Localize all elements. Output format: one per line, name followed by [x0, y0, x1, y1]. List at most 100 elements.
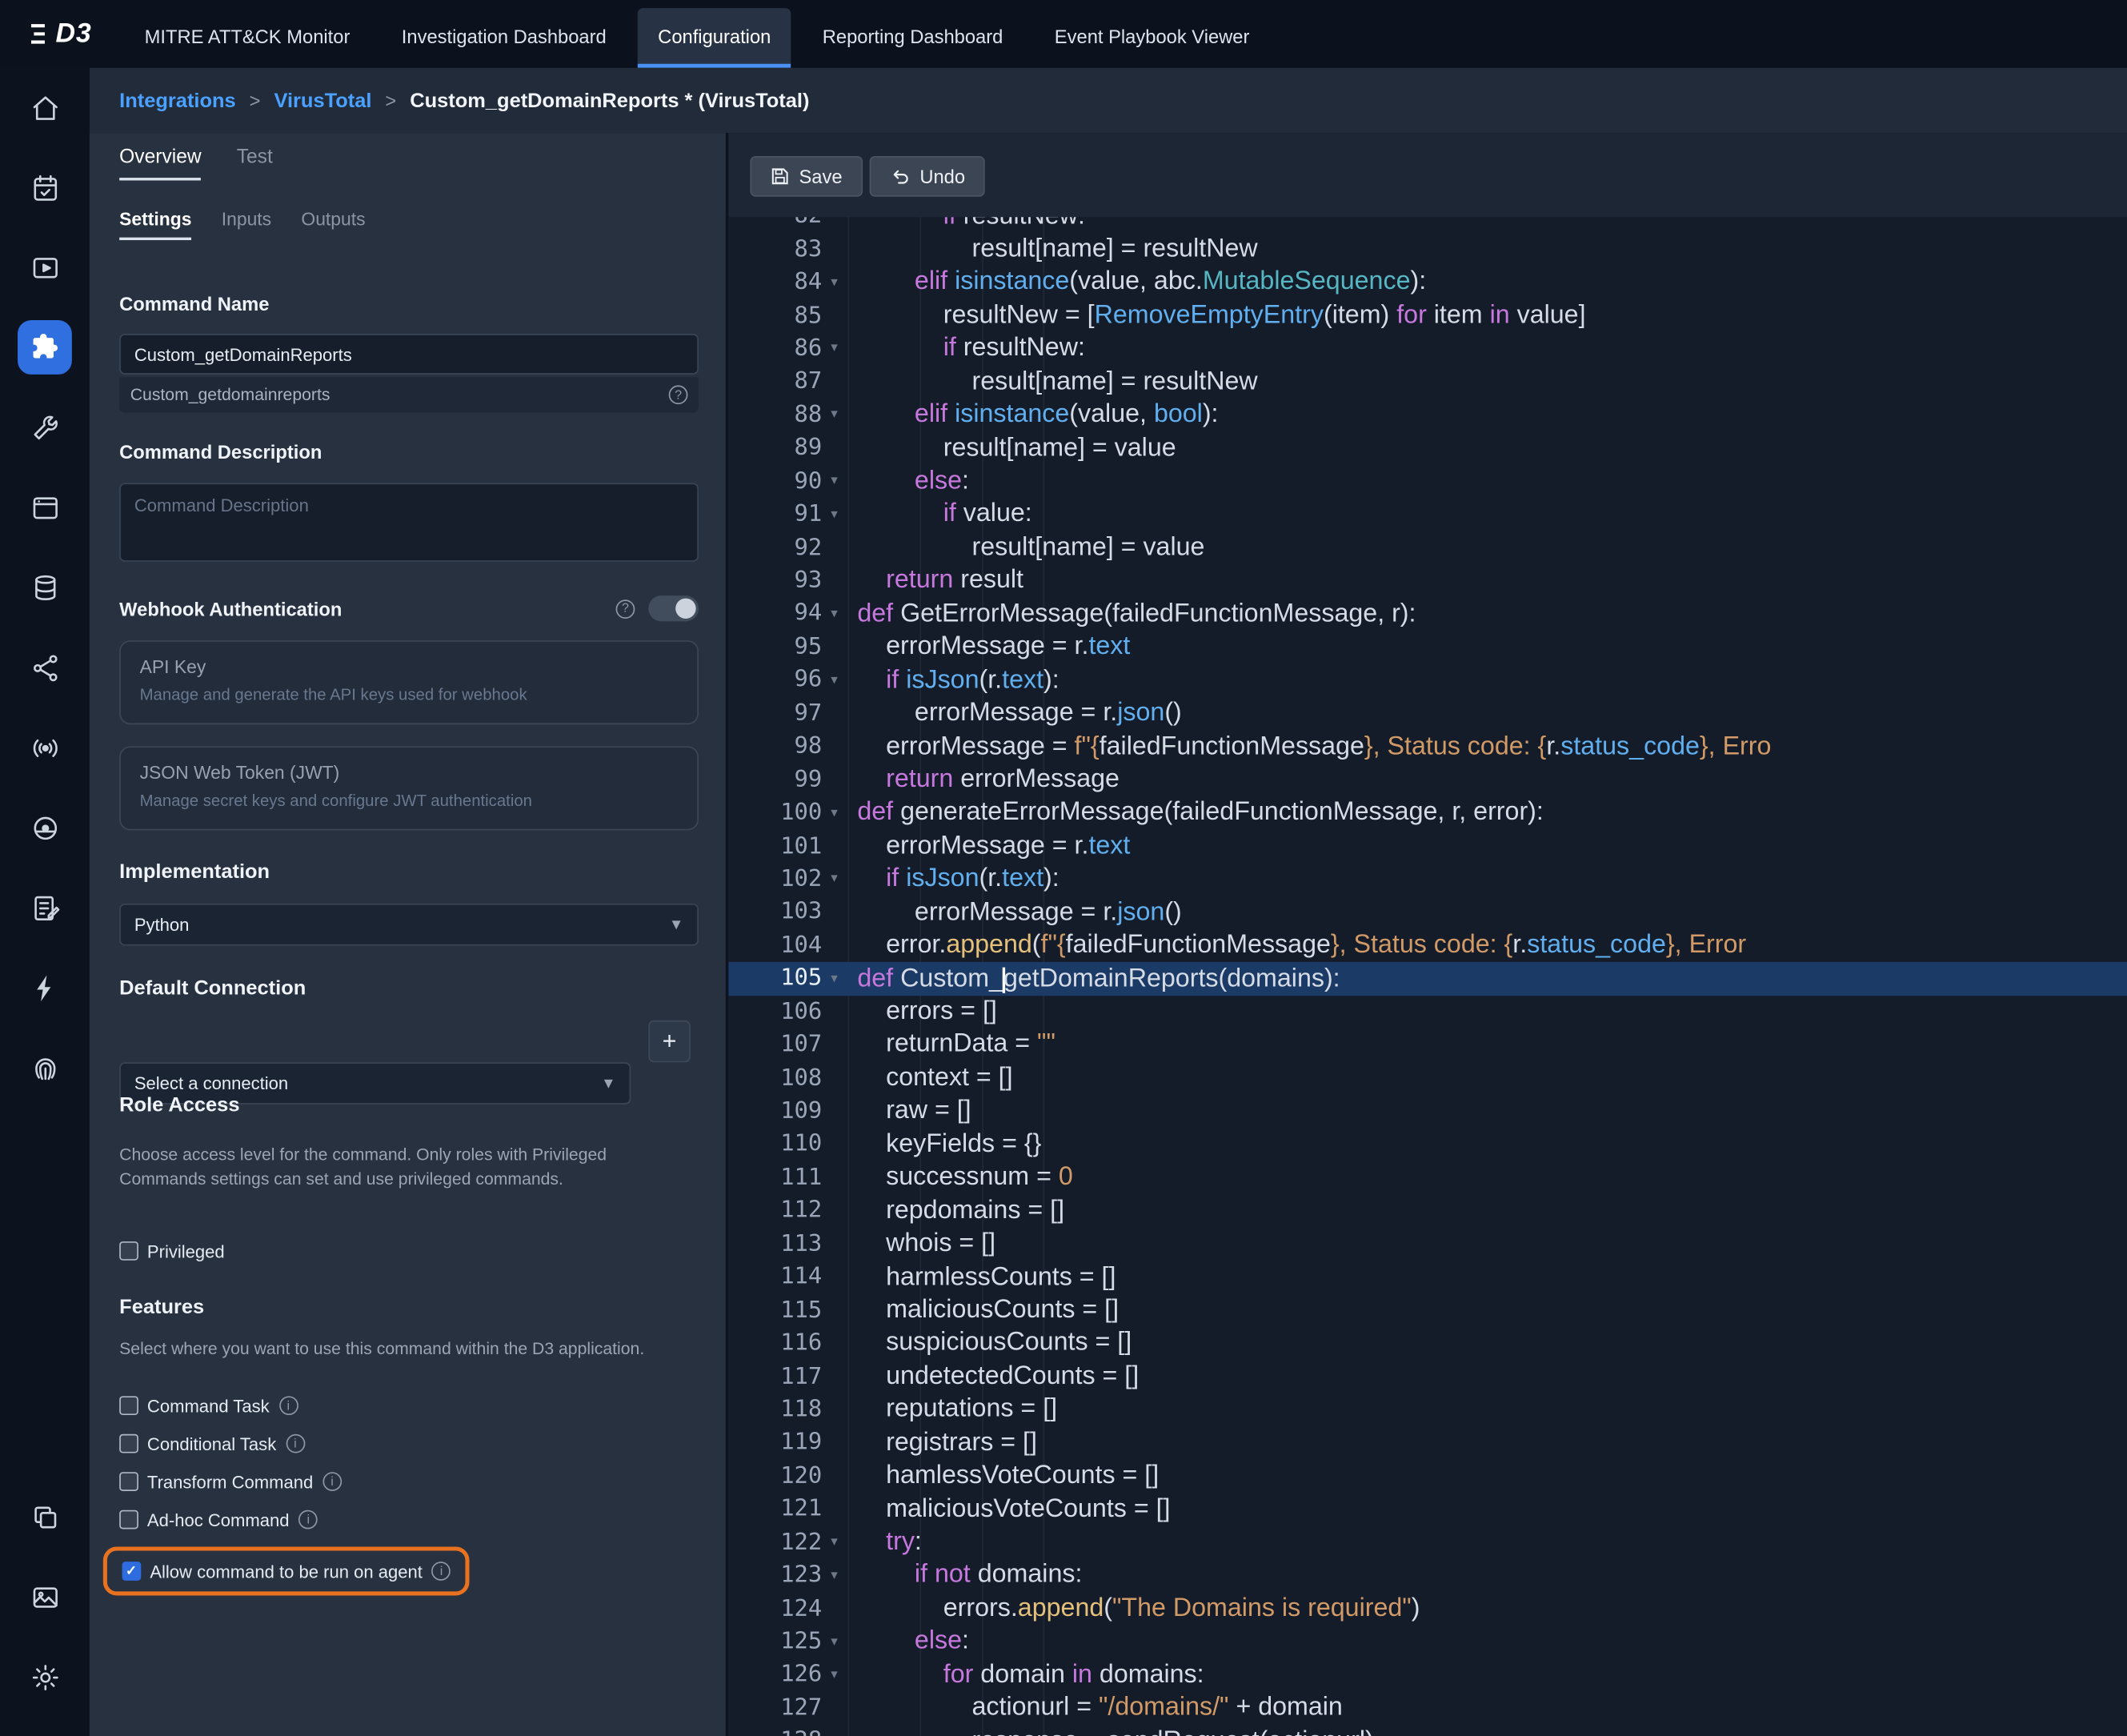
undo-button[interactable]: Undo — [870, 156, 986, 197]
media-icon[interactable] — [18, 1570, 72, 1624]
fold-caret-icon[interactable]: ▾ — [822, 1634, 847, 1650]
code-line[interactable]: 118 reputations = [] — [728, 1393, 2127, 1425]
code-line[interactable]: 86▾ if resultNew: — [728, 332, 2127, 365]
tab-overview[interactable]: Overview — [119, 146, 201, 180]
code-line[interactable]: 127 actionurl = "/domains/" + domain — [728, 1691, 2127, 1724]
code-line[interactable]: 109 raw = [] — [728, 1095, 2127, 1128]
code-line[interactable]: 121 maliciousVoteCounts = [] — [728, 1493, 2127, 1526]
code-line[interactable]: 84▾ elif isinstance(value, abc.MutableSe… — [728, 266, 2127, 299]
gear-icon[interactable] — [18, 1650, 72, 1704]
code-line[interactable]: 104 error.append(f"{failedFunctionMessag… — [728, 929, 2127, 962]
code-line[interactable]: 110 keyFields = {} — [728, 1128, 2127, 1161]
breadcrumb-virustotal[interactable]: VirusTotal — [274, 89, 371, 112]
code-line[interactable]: 122▾ try: — [728, 1526, 2127, 1558]
code-line[interactable]: 113 whois = [] — [728, 1227, 2127, 1260]
info-icon[interactable]: i — [298, 1510, 318, 1530]
code-line[interactable]: 102▾ if isJson(r.text): — [728, 863, 2127, 896]
code-line[interactable]: 124 errors.append("The Domains is requir… — [728, 1592, 2127, 1625]
webhook-auth-toggle[interactable] — [648, 595, 699, 621]
code-line[interactable]: 108 context = [] — [728, 1061, 2127, 1094]
code-line[interactable]: 125▾ else: — [728, 1625, 2127, 1658]
info-icon[interactable]: i — [322, 1472, 342, 1491]
info-icon[interactable]: i — [432, 1562, 451, 1581]
code-line[interactable]: 116 suspiciousCounts = [] — [728, 1327, 2127, 1360]
fold-caret-icon[interactable]: ▾ — [822, 407, 847, 423]
fold-caret-icon[interactable]: ▾ — [822, 872, 847, 887]
fold-caret-icon[interactable]: ▾ — [822, 1568, 847, 1583]
help-icon[interactable]: ? — [616, 599, 635, 618]
code-line[interactable]: 107 returnData = "" — [728, 1028, 2127, 1061]
tab-settings[interactable]: Settings — [119, 209, 191, 240]
home-icon[interactable] — [18, 80, 72, 134]
fold-caret-icon[interactable]: ▾ — [822, 1535, 847, 1550]
implementation-select[interactable]: Python ▼ — [119, 904, 699, 946]
nav-tab-reporting-dashboard[interactable]: Reporting Dashboard — [802, 8, 1023, 68]
api-key-card[interactable]: API Key Manage and generate the API keys… — [119, 640, 699, 724]
code-line[interactable]: 106 errors = [] — [728, 995, 2127, 1028]
code-line[interactable]: 115 maliciousCounts = [] — [728, 1293, 2127, 1326]
code-line[interactable]: 123▾ if not domains: — [728, 1559, 2127, 1592]
code-line[interactable]: 88▾ elif isinstance(value, bool): — [728, 399, 2127, 431]
video-icon[interactable] — [18, 240, 72, 295]
code-line[interactable]: 120 hamlessVoteCounts = [] — [728, 1459, 2127, 1492]
code-line[interactable]: 92 result[name] = value — [728, 531, 2127, 563]
nav-tab-configuration[interactable]: Configuration — [638, 8, 791, 68]
network-icon[interactable] — [18, 640, 72, 695]
disc-icon[interactable] — [18, 800, 72, 855]
code-line[interactable]: 90▾ else: — [728, 465, 2127, 498]
fold-caret-icon[interactable]: ▾ — [822, 341, 847, 356]
command-description-input[interactable] — [119, 483, 699, 561]
checkbox-checked[interactable]: ✓ — [122, 1562, 141, 1581]
checkbox[interactable] — [119, 1397, 138, 1415]
code-line[interactable]: 91▾ if value: — [728, 498, 2127, 531]
code-line[interactable]: 97 errorMessage = r.json() — [728, 697, 2127, 730]
code-editor[interactable]: 82 if resultNew:83 result[name] = result… — [728, 217, 2127, 1736]
privileged-checkbox[interactable] — [119, 1241, 138, 1260]
code-line[interactable]: 82 if resultNew: — [728, 217, 2127, 232]
code-line[interactable]: 99 return errorMessage — [728, 763, 2127, 796]
code-line[interactable]: 117 undetectedCounts = [] — [728, 1360, 2127, 1393]
code-line[interactable]: 119 registrars = [] — [728, 1426, 2127, 1459]
code-line[interactable]: 105▾def Custom_getDomainReports(domains)… — [728, 962, 2127, 995]
fold-caret-icon[interactable]: ▾ — [822, 971, 847, 986]
tools-icon[interactable] — [18, 400, 72, 455]
form-icon[interactable] — [18, 880, 72, 935]
calendar-icon[interactable] — [18, 160, 72, 214]
code-line[interactable]: 126▾ for domain in domains: — [728, 1658, 2127, 1691]
jwt-card[interactable]: JSON Web Token (JWT) Manage secret keys … — [119, 746, 699, 830]
code-line[interactable]: 96▾ if isJson(r.text): — [728, 664, 2127, 696]
fold-caret-icon[interactable]: ▾ — [822, 275, 847, 290]
window-icon[interactable] — [18, 480, 72, 535]
tab-outputs[interactable]: Outputs — [301, 209, 365, 240]
code-line[interactable]: 114 harmlessCounts = [] — [728, 1261, 2127, 1293]
checkbox[interactable] — [119, 1434, 138, 1453]
code-line[interactable]: 87 result[name] = resultNew — [728, 365, 2127, 398]
code-line[interactable]: 85 resultNew = [RemoveEmptyEntry(item) f… — [728, 299, 2127, 331]
fold-caret-icon[interactable]: ▾ — [822, 673, 847, 688]
code-line[interactable]: 89 result[name] = value — [728, 431, 2127, 464]
feature-command-task[interactable]: Command Taski — [119, 1395, 470, 1417]
breadcrumb-integrations[interactable]: Integrations — [119, 89, 236, 112]
add-connection-button[interactable]: + — [648, 1020, 691, 1063]
help-icon[interactable]: ? — [669, 385, 688, 404]
code-line[interactable]: 83 result[name] = resultNew — [728, 233, 2127, 266]
command-name-input[interactable] — [119, 334, 699, 375]
checkbox[interactable] — [119, 1510, 138, 1529]
fold-caret-icon[interactable]: ▾ — [822, 805, 847, 820]
code-line[interactable]: 100▾def generateErrorMessage(failedFunct… — [728, 796, 2127, 829]
feature-allow-command-to-be-run-on-agent[interactable]: ✓Allow command to be run on agenti — [122, 1560, 451, 1582]
feature-ad-hoc-command[interactable]: Ad-hoc Commandi — [119, 1509, 470, 1530]
puzzle-icon[interactable] — [18, 320, 72, 375]
feature-transform-command[interactable]: Transform Commandi — [119, 1471, 470, 1493]
code-line[interactable]: 93 return result — [728, 564, 2127, 597]
code-line[interactable]: 111 successnum = 0 — [728, 1161, 2127, 1194]
nav-tab-event-playbook-viewer[interactable]: Event Playbook Viewer — [1034, 8, 1269, 68]
checkbox[interactable] — [119, 1473, 138, 1491]
fold-caret-icon[interactable]: ▾ — [822, 507, 847, 522]
fold-caret-icon[interactable]: ▾ — [822, 1667, 847, 1682]
broadcast-icon[interactable] — [18, 720, 72, 775]
code-line[interactable]: 103 errorMessage = r.json() — [728, 896, 2127, 928]
fold-caret-icon[interactable]: ▾ — [822, 474, 847, 489]
feature-conditional-task[interactable]: Conditional Taski — [119, 1433, 470, 1454]
code-line[interactable]: 95 errorMessage = r.text — [728, 631, 2127, 664]
